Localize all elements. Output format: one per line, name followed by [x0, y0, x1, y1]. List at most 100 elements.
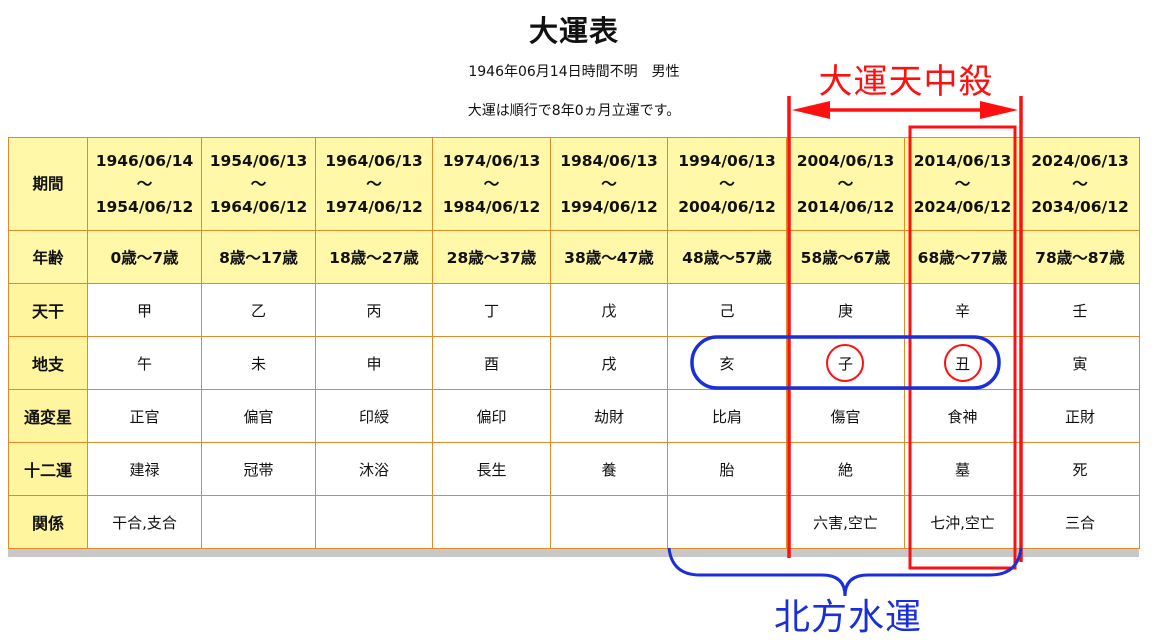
- juniun-cell: 養: [550, 442, 668, 496]
- period-sep: ～: [250, 174, 267, 193]
- period-end: 2024/06/12: [913, 197, 1012, 216]
- row-header-juniun: 十二運: [8, 442, 88, 496]
- period-sep: ～: [954, 174, 971, 193]
- tsuhensei-cell: 正財: [1020, 389, 1140, 443]
- age-cell: 48歳～57歳: [667, 230, 787, 284]
- period-end: 1984/06/12: [442, 197, 541, 216]
- age-cell: 18歳～27歳: [315, 230, 433, 284]
- row-header-kankei: 関係: [8, 495, 88, 549]
- period-start: 1954/06/13: [209, 151, 308, 170]
- tenkan-cell: 乙: [201, 283, 316, 337]
- period-start: 1946/06/14: [95, 151, 194, 170]
- table-bottom-bar: [8, 549, 1139, 557]
- juniun-cell: 沐浴: [315, 442, 433, 496]
- juniun-cell: 死: [1020, 442, 1140, 496]
- kankei-cell: 干合,支合: [87, 495, 202, 549]
- tenkan-cell: 甲: [87, 283, 202, 337]
- period-end: 1964/06/12: [209, 197, 308, 216]
- tenkan-cell: 戊: [550, 283, 668, 337]
- period-sep: ～: [483, 174, 500, 193]
- kankei-cell: 七沖,空亡: [904, 495, 1021, 549]
- tenkan-cell: 丙: [315, 283, 433, 337]
- chishi-cell: 未: [201, 336, 316, 390]
- period-start: 1994/06/13: [678, 151, 776, 170]
- period-cell: 2014/06/13 ～ 2024/06/12: [904, 137, 1021, 231]
- chishi-cell: 亥: [667, 336, 787, 390]
- period-cell: 1984/06/13 ～ 1994/06/12: [550, 137, 668, 231]
- kankei-cell: 六害,空亡: [786, 495, 905, 549]
- period-start: 2014/06/13: [913, 151, 1012, 170]
- period-sep: ～: [136, 174, 153, 193]
- juniun-row: 十二運 建禄 冠帯 沐浴 長生 養 胎 絶 墓 死: [8, 442, 1140, 496]
- period-cell: 1994/06/13 ～ 2004/06/12: [667, 137, 787, 231]
- chishi-cell: 午: [87, 336, 202, 390]
- chishi-cell: 寅: [1020, 336, 1140, 390]
- tsuhensei-cell: 正官: [87, 389, 202, 443]
- juniun-cell: 絶: [786, 442, 905, 496]
- period-end: 2034/06/12: [1031, 197, 1129, 216]
- period-end: 1954/06/12: [95, 197, 194, 216]
- tsuhensei-cell: 食神: [904, 389, 1021, 443]
- chishi-row: 地支 午 未 申 酉 戌 亥 子 丑 寅: [8, 336, 1140, 390]
- tenkan-row: 天干 甲 乙 丙 丁 戊 己 庚 辛 壬: [8, 283, 1140, 337]
- tsuhensei-cell: 比肩: [667, 389, 787, 443]
- period-sep: ～: [366, 174, 382, 193]
- period-start: 2004/06/13: [796, 151, 895, 170]
- period-cell: 1964/06/13 ～ 1974/06/12: [315, 137, 433, 231]
- period-end: 2014/06/12: [796, 197, 895, 216]
- taiun-table: 期間 1946/06/14 ～ 1954/06/12 1954/06/13 ～ 1964…: [8, 137, 1140, 549]
- blue-annotation-label: 北方水運: [773, 597, 922, 638]
- kankei-cell: [201, 495, 316, 549]
- period-cell: 1946/06/14 ～ 1954/06/12: [87, 137, 202, 231]
- juniun-cell: 長生: [432, 442, 551, 496]
- juniun-cell: 胎: [667, 442, 787, 496]
- kankei-cell: [315, 495, 433, 549]
- age-cell: 8歳～17歳: [201, 230, 316, 284]
- kankei-cell: [550, 495, 668, 549]
- tsuhensei-row: 通変星 正官 偏官 印綬 偏印 劫財 比肩 傷官 食神 正財: [8, 389, 1140, 443]
- tenkan-cell: 己: [667, 283, 787, 337]
- red-annotation-label: 大運天中殺: [818, 62, 994, 102]
- tsuhensei-cell: 劫財: [550, 389, 668, 443]
- period-start: 1984/06/13: [560, 151, 658, 170]
- row-header-chishi: 地支: [8, 336, 88, 390]
- period-cell: 2024/06/13 ～ 2034/06/12: [1020, 137, 1140, 231]
- kankei-row: 関係 干合,支合 六害,空亡 七沖,空亡 三合: [8, 495, 1140, 549]
- tsuhensei-cell: 偏印: [432, 389, 551, 443]
- tenkan-cell: 壬: [1020, 283, 1140, 337]
- kankei-cell: [667, 495, 787, 549]
- age-cell: 0歳～7歳: [87, 230, 202, 284]
- period-sep: ～: [1072, 174, 1088, 193]
- tenkan-cell: 辛: [904, 283, 1021, 337]
- kankei-cell: 三合: [1020, 495, 1140, 549]
- period-start: 1974/06/13: [442, 151, 541, 170]
- row-header-period: 期間: [8, 137, 88, 231]
- period-sep: ～: [601, 174, 617, 193]
- period-sep: ～: [719, 174, 735, 193]
- chishi-cell: 子: [786, 336, 905, 390]
- tsuhensei-cell: 偏官: [201, 389, 316, 443]
- tenkan-cell: 庚: [786, 283, 905, 337]
- tenkan-cell: 丁: [432, 283, 551, 337]
- period-cell: 1974/06/13 ～ 1984/06/12: [432, 137, 551, 231]
- row-header-age: 年齢: [8, 230, 88, 284]
- row-header-tenkan: 天干: [8, 283, 88, 337]
- period-sep: ～: [837, 174, 854, 193]
- age-cell: 38歳～47歳: [550, 230, 668, 284]
- period-start: 2024/06/13: [1031, 151, 1129, 170]
- page-title: 大運表: [528, 14, 619, 48]
- chishi-cell: 申: [315, 336, 433, 390]
- age-row: 年齢 0歳～7歳 8歳～17歳 18歳～27歳 28歳～37歳 38歳～47歳 …: [8, 230, 1140, 284]
- juniun-cell: 建禄: [87, 442, 202, 496]
- period-end: 2004/06/12: [678, 197, 776, 216]
- age-cell: 78歳～87歳: [1020, 230, 1140, 284]
- period-cell: 1954/06/13 ～ 1964/06/12: [201, 137, 316, 231]
- age-cell: 58歳～67歳: [786, 230, 905, 284]
- age-cell: 68歳～77歳: [904, 230, 1021, 284]
- juniun-cell: 冠帯: [201, 442, 316, 496]
- period-row: 期間 1946/06/14 ～ 1954/06/12 1954/06/13 ～ 1964…: [8, 137, 1140, 231]
- row-header-tsuhensei: 通変星: [8, 389, 88, 443]
- chishi-cell: 戌: [550, 336, 668, 390]
- age-cell: 28歳～37歳: [432, 230, 551, 284]
- chishi-cell: 酉: [432, 336, 551, 390]
